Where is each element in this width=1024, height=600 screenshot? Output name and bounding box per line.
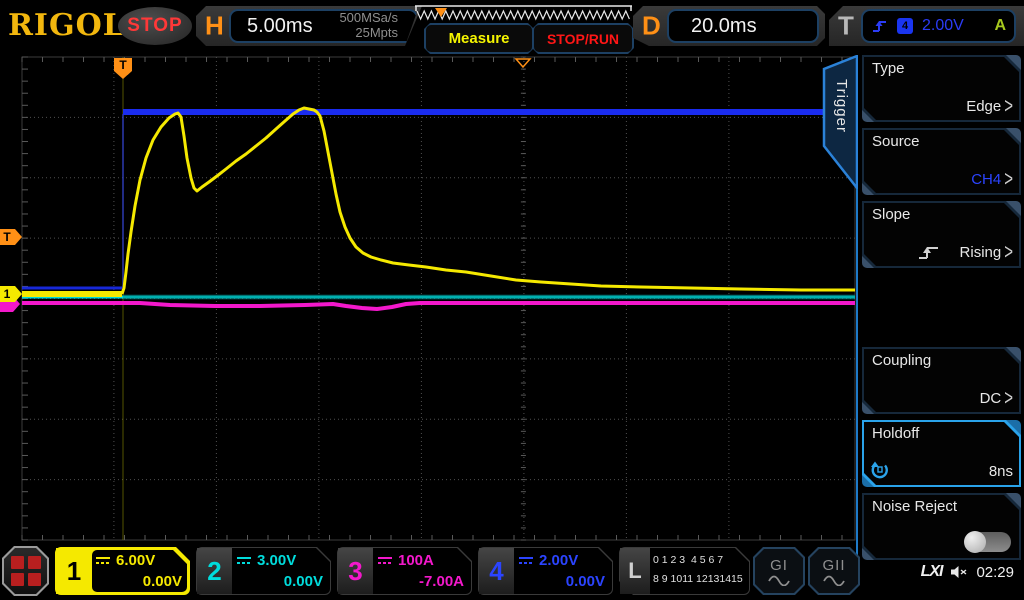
dc-coupling-icon: [518, 556, 534, 565]
channel-3-number: 3: [338, 548, 373, 594]
chevron-right-icon: >: [1004, 240, 1013, 265]
generator-1-label: GI: [770, 557, 788, 574]
channel-3-offset: -7.00A: [377, 571, 464, 593]
channel-1-offset: 0.00V: [95, 571, 182, 593]
waveform-display: T 1 T: [0, 0, 860, 545]
trigger-mode: A: [994, 17, 1006, 35]
sine-wave-icon: [767, 575, 791, 586]
chevron-right-icon: >: [1004, 167, 1013, 192]
menu-grid-button[interactable]: [2, 546, 49, 596]
channel-1-scale: 6.00V: [116, 552, 155, 569]
channel-1-block[interactable]: 1 6.00V 0.00V: [55, 547, 190, 595]
slope-value: Rising: [960, 244, 1002, 261]
svg-text:T: T: [3, 230, 11, 244]
grid-icon: [11, 556, 41, 586]
menu-item-holdoff[interactable]: Holdoff 8ns: [862, 420, 1021, 487]
trigger-source-badge: 4: [897, 18, 913, 34]
channel-4-block[interactable]: 4 2.00V 0.00V: [478, 547, 613, 595]
digital-row-2: 8 9 1011 12131415: [653, 570, 743, 589]
chevron-right-icon: >: [1004, 94, 1013, 119]
rotate-knob-icon: [870, 461, 889, 479]
generator-2-button[interactable]: GII: [808, 547, 860, 595]
rising-edge-icon: [917, 244, 941, 261]
channel-4-offset: 0.00V: [518, 571, 605, 593]
ch3-trace: [22, 303, 855, 309]
coupling-value: DC: [980, 390, 1002, 407]
horizontal-center-marker[interactable]: [516, 59, 530, 67]
digital-label: L: [620, 548, 650, 594]
trigger-level-value: 2.00V: [922, 17, 964, 35]
generator-1-button[interactable]: GI: [753, 547, 805, 595]
clock: 02:29: [976, 564, 1014, 581]
speaker-muted-icon: [950, 565, 968, 579]
lxi-indicator: LXI: [921, 563, 943, 581]
menu-item-coupling[interactable]: Coupling DC>: [862, 347, 1021, 414]
channel-3-block[interactable]: 3 100A -7.00A: [337, 547, 472, 595]
channel-2-block[interactable]: 2 3.00V 0.00V: [196, 547, 331, 595]
digital-row-1: 0 1 2 3 4 5 6 7: [653, 551, 743, 570]
noise-reject-toggle[interactable]: [965, 532, 1011, 552]
svg-text:1: 1: [4, 287, 11, 301]
trigger-menu-tab[interactable]: Trigger: [821, 55, 858, 189]
channel-3-scale: 100A: [398, 552, 434, 569]
menu-item-noise-reject[interactable]: Noise Reject: [862, 493, 1021, 560]
menu-item-type[interactable]: Type Edge>: [862, 55, 1021, 122]
generator-2-label: GII: [822, 557, 845, 574]
channel-2-scale: 3.00V: [257, 552, 296, 569]
type-value: Edge: [966, 98, 1001, 115]
menu-item-slope[interactable]: Slope Rising>: [862, 201, 1021, 268]
channel-2-number: 2: [197, 548, 232, 594]
trigger-tab-label: Trigger: [833, 79, 850, 133]
digital-channels-block[interactable]: L 0 1 2 3 4 5 6 78 9 1011 12131415: [619, 547, 750, 595]
dc-coupling-icon: [95, 556, 111, 565]
toggle-knob: [964, 531, 986, 553]
channel-4-number: 4: [479, 548, 514, 594]
dc-coupling-icon: [236, 556, 252, 565]
rising-edge-icon: [871, 19, 888, 33]
channel-1-number: 1: [56, 548, 92, 594]
svg-text:T: T: [119, 58, 127, 72]
holdoff-value: 8ns: [989, 463, 1013, 480]
menu-item-source[interactable]: Source CH4>: [862, 128, 1021, 195]
sine-wave-icon: [822, 575, 846, 586]
dc-coupling-icon: [377, 556, 393, 565]
oscilloscope-screen: RIGOL STOP H 5.00ms 500MSa/s 25Mpts Meas…: [0, 0, 1024, 600]
chevron-right-icon: >: [1004, 386, 1013, 411]
source-value: CH4: [971, 171, 1001, 188]
ch1-trace: [122, 108, 855, 294]
channel-2-offset: 0.00V: [236, 571, 323, 593]
channel-4-scale: 2.00V: [539, 552, 578, 569]
